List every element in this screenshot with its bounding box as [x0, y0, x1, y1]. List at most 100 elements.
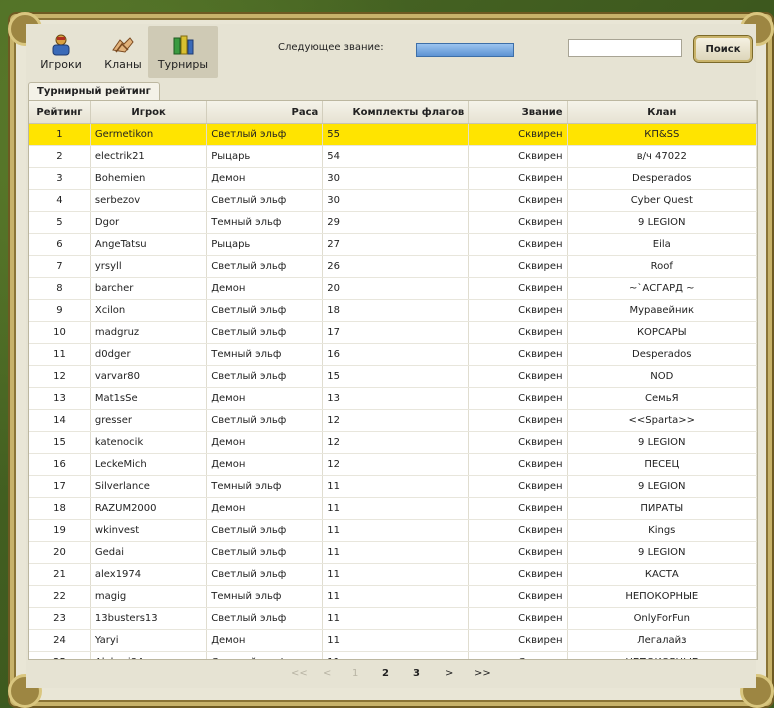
cell-title: Сквирен — [468, 563, 568, 586]
table-row[interactable]: 17 Silverlance Темный эльф 11 Сквирен 9 LEGIO… — [29, 475, 757, 498]
cell-player[interactable]: alex1974 — [90, 563, 208, 586]
cell-title: Сквирен — [468, 233, 568, 256]
cell-player[interactable]: varvar80 — [90, 365, 208, 388]
table-row[interactable]: 4 serbezov Светлый эльф 30 Сквирен Cyber Ques… — [29, 189, 757, 212]
cell-player[interactable]: AngeTatsu — [90, 233, 208, 256]
cell-player[interactable]: electrik21 — [90, 145, 208, 168]
pager-next[interactable]: > — [445, 668, 453, 679]
table-row[interactable]: 11 d0dger Темный эльф 16 Сквирен Desperados — [29, 343, 757, 366]
table-row[interactable]: 21 alex1974 Светлый эльф 11 Сквирен КАСТА — [29, 563, 757, 586]
cell-player[interactable]: Germetikon — [90, 123, 208, 146]
cell-player[interactable]: Silverlance — [90, 475, 208, 498]
toolbar-players-button[interactable]: Игроки — [26, 26, 96, 78]
cell-player[interactable]: 13busters13 — [90, 607, 208, 630]
cell-title: Сквирен — [468, 123, 568, 146]
cell-title: Сквирен — [468, 167, 568, 190]
cell-rating: 8 — [29, 277, 91, 300]
cell-player[interactable]: Gedai — [90, 541, 208, 564]
cell-player[interactable]: madgruz — [90, 321, 208, 344]
table-row[interactable]: 23 13busters13 Светлый эльф 11 Сквирен OnlyFo… — [29, 607, 757, 630]
cell-clan: НЕПОКОРНЫЕ — [567, 585, 757, 608]
cell-title: Сквирен — [468, 343, 568, 366]
column-header-player[interactable]: Игрок — [90, 101, 208, 124]
cell-title: Сквирен — [468, 145, 568, 168]
cell-clan: КОРСАРЫ — [567, 321, 757, 344]
search-input[interactable] — [568, 39, 682, 57]
pager-page-3[interactable]: 3 — [413, 668, 420, 679]
cell-clan: Desperados — [567, 167, 757, 190]
cell-player[interactable]: barcher — [90, 277, 208, 300]
cell-player[interactable]: d0dger — [90, 343, 208, 366]
table-row[interactable]: 1 Germetikon Светлый эльф 55 Сквирен КП&SS — [29, 123, 757, 146]
rating-table: Рейтинг Игрок Раса Комплекты флагов Зван… — [29, 101, 757, 659]
cell-race: Светлый эльф — [206, 299, 324, 322]
cell-player[interactable]: Bohemien — [90, 167, 208, 190]
table-row[interactable]: 20 Gedai Светлый эльф 11 Сквирен 9 LEGION — [29, 541, 757, 564]
table-row[interactable]: 5 Dgor Темный эльф 29 Сквирен 9 LEGION — [29, 211, 757, 234]
cell-player[interactable]: Dgor — [90, 211, 208, 234]
table-row[interactable]: 19 wkinvest Светлый эльф 11 Сквирен Kings — [29, 519, 757, 542]
cell-player[interactable]: serbezov — [90, 189, 208, 212]
cell-title: Сквирен — [468, 475, 568, 498]
cell-title: Сквирен — [468, 585, 568, 608]
cell-rating: 17 — [29, 475, 91, 498]
toolbar-tournaments-button[interactable]: Турниры — [148, 26, 218, 78]
cell-player[interactable]: RAZUM2000 — [90, 497, 208, 520]
table-row[interactable]: 2 electrik21 Рыцарь 54 Сквирен в/ч 47022 — [29, 145, 757, 168]
table-row[interactable]: 15 katenocik Демон 12 Сквирен 9 LEGION — [29, 431, 757, 454]
cell-player[interactable]: katenocik — [90, 431, 208, 454]
table-row[interactable]: 14 gresser Светлый эльф 12 Сквирен <<Sparta>> — [29, 409, 757, 432]
pager-page-2[interactable]: 2 — [382, 668, 389, 679]
table-row[interactable]: 8 barcher Демон 20 Сквирен ~`АСГАРД ~ — [29, 277, 757, 300]
cell-clan: КАСТА — [567, 563, 757, 586]
cell-clan: Легалайз — [567, 629, 757, 652]
pagination: << < 1 2 3 > >> — [286, 668, 506, 684]
cell-flags: 20 — [322, 277, 470, 300]
cell-clan: <<Sparta>> — [567, 409, 757, 432]
pager-last[interactable]: >> — [474, 668, 491, 679]
cell-rating: 12 — [29, 365, 91, 388]
table-row[interactable]: 13 Mat1sSe Демон 13 Сквирен СемьЯ — [29, 387, 757, 410]
cell-race: Темный эльф — [206, 475, 324, 498]
table-row[interactable]: 18 RAZUM2000 Демон 11 Сквирен ПИРАТЫ — [29, 497, 757, 520]
column-header-race[interactable]: Раса — [206, 101, 324, 124]
table-row[interactable]: 9 Xcilon Светлый эльф 18 Сквирен Муравейник — [29, 299, 757, 322]
cell-clan: Eila — [567, 233, 757, 256]
table-row[interactable]: 12 varvar80 Светлый эльф 15 Сквирен NOD — [29, 365, 757, 388]
cell-race: Светлый эльф — [206, 255, 324, 278]
column-header-title[interactable]: Звание — [468, 101, 568, 124]
table-row[interactable]: 6 AngeTatsu Рыцарь 27 Сквирен Eila — [29, 233, 757, 256]
cell-player[interactable]: Mat1sSe — [90, 387, 208, 410]
table-row[interactable]: 22 magig Темный эльф 11 Сквирен НЕПОКОРНЫЕ — [29, 585, 757, 608]
column-header-clan[interactable]: Клан — [567, 101, 757, 124]
table-row[interactable]: 25Aleksei84Светлый эльф11СквиренНЕПОКОРН… — [29, 651, 757, 659]
tab-tournament-rating[interactable]: Турнирный рейтинг — [28, 82, 160, 101]
cell-player[interactable]: gresser — [90, 409, 208, 432]
table-row[interactable]: 16 LeckeMich Демон 12 Сквирен ПЕСЕЦ — [29, 453, 757, 476]
table-row[interactable]: 3 Bohemien Демон 30 Сквирен Desperados — [29, 167, 757, 190]
cell-flags: 30 — [322, 189, 470, 212]
cell-race: Темный эльф — [206, 585, 324, 608]
cell-player[interactable]: LeckeMich — [90, 453, 208, 476]
table-row[interactable]: 10 madgruz Светлый эльф 17 Сквирен КОРСАРЫ — [29, 321, 757, 344]
cell-title: Сквирен — [468, 497, 568, 520]
cell-clan: ПИРАТЫ — [567, 497, 757, 520]
column-header-rating[interactable]: Рейтинг — [29, 101, 91, 124]
cell-player[interactable]: magig — [90, 585, 208, 608]
cell-clan: СемьЯ — [567, 387, 757, 410]
cell-flags: 11 — [322, 651, 470, 659]
cell-title: Сквирен — [468, 255, 568, 278]
cell-race: Светлый эльф — [206, 123, 324, 146]
table-row[interactable]: 24 Yaryi Демон 11 Сквирен Легалайз — [29, 629, 757, 652]
cell-player[interactable]: Xcilon — [90, 299, 208, 322]
column-header-flags[interactable]: Комплекты флагов — [322, 101, 470, 124]
cell-player[interactable]: yrsyll — [90, 255, 208, 278]
cell-player[interactable]: Aleksei84 — [90, 651, 208, 659]
cell-clan: NOD — [567, 365, 757, 388]
table-row[interactable]: 7 yrsyll Светлый эльф 26 Сквирен Roof — [29, 255, 757, 278]
table-header-row: Рейтинг Игрок Раса Комплекты флагов Зван… — [29, 101, 757, 124]
cell-player[interactable]: Yaryi — [90, 629, 208, 652]
search-button[interactable]: Поиск — [694, 36, 752, 62]
cell-rating: 3 — [29, 167, 91, 190]
cell-player[interactable]: wkinvest — [90, 519, 208, 542]
